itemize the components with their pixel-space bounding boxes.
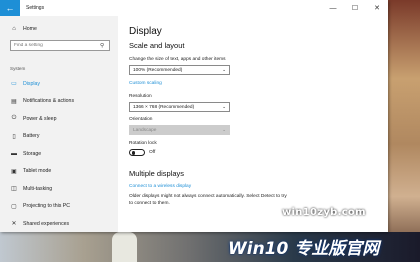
sidebar-item-battery[interactable]: ▯ Battery xyxy=(0,128,118,146)
window-title: Settings xyxy=(26,5,45,11)
storage-icon: ▬ xyxy=(11,150,17,157)
sidebar-item-label: Battery xyxy=(23,133,40,140)
watermark-url: win10zyb.com xyxy=(282,207,366,218)
page-title: Display xyxy=(129,26,162,37)
scale-label: Change the size of text, apps and other … xyxy=(129,57,226,62)
sidebar-item-label: Shared experiences xyxy=(23,220,70,227)
sidebar: ⌂ Home ⚲ System ▭ Display ▤ Notification… xyxy=(0,16,118,232)
custom-scaling-link[interactable]: Custom scaling xyxy=(129,81,384,86)
tablet-icon: ▣ xyxy=(11,168,17,175)
orientation-dropdown: Landscape ⌄ xyxy=(129,125,230,135)
rotation-lock-state: Off xyxy=(149,150,156,155)
sidebar-item-projecting[interactable]: ▢ Projecting to this PC xyxy=(0,198,118,216)
watermark-logo: Win10 专业版官网 xyxy=(228,239,380,259)
settings-window: ← Settings — ☐ ✕ ⌂ Home ⚲ System ▭ Displ… xyxy=(0,0,388,232)
rotation-lock-label: Rotation lock xyxy=(129,141,157,146)
connect-wireless-link[interactable]: Connect to a wireless display xyxy=(129,184,384,189)
resolution-label: Resolution xyxy=(129,94,152,99)
rotation-lock-row: Off xyxy=(129,149,384,156)
notifications-icon: ▤ xyxy=(11,98,17,105)
desktop-background xyxy=(388,0,420,262)
rotation-lock-toggle[interactable] xyxy=(129,149,145,156)
nav-list: ▭ Display ▤ Notifications & actions ⏻ Po… xyxy=(0,75,118,233)
display-icon: ▭ xyxy=(11,81,17,88)
sidebar-item-display[interactable]: ▭ Display xyxy=(0,75,118,93)
shared-icon: ✕ xyxy=(11,221,17,228)
search-box: ⚲ xyxy=(10,40,110,51)
resolution-value: 1366 × 768 (Recommended) xyxy=(133,104,195,110)
search-input[interactable] xyxy=(14,43,100,48)
sidebar-item-label: Display xyxy=(23,80,41,87)
multi-displays-text: Older displays might not always connect … xyxy=(129,194,287,206)
back-button[interactable]: ← xyxy=(0,0,20,16)
sidebar-item-label: Projecting to this PC xyxy=(23,203,70,210)
desktop-figure xyxy=(112,232,137,262)
multiple-displays-heading: Multiple displays xyxy=(129,169,185,178)
multitasking-icon: ◫ xyxy=(11,186,17,193)
projecting-icon: ▢ xyxy=(11,203,17,210)
home-icon: ⌂ xyxy=(12,25,16,32)
close-button[interactable]: ✕ xyxy=(366,0,388,16)
search-icon[interactable]: ⚲ xyxy=(100,43,104,49)
minimize-button[interactable]: — xyxy=(322,0,344,16)
scale-dropdown[interactable]: 100% (Recommended) ⌄ xyxy=(129,65,230,75)
main-content: Display Scale and layout Change the size… xyxy=(129,16,384,207)
sidebar-item-label: Notifications & actions xyxy=(23,98,75,105)
chevron-down-icon: ⌄ xyxy=(222,67,226,72)
sidebar-item-label: Storage xyxy=(23,150,42,157)
sidebar-item-label: Power & sleep xyxy=(23,115,57,122)
battery-icon: ▯ xyxy=(12,133,16,140)
power-icon: ⏻ xyxy=(11,115,17,122)
scale-heading: Scale and layout xyxy=(129,41,185,50)
sidebar-item-power[interactable]: ⏻ Power & sleep xyxy=(0,110,118,128)
orientation-value: Landscape xyxy=(133,127,157,133)
chevron-down-icon: ⌄ xyxy=(222,127,226,132)
sidebar-item-shared-experiences[interactable]: ✕ Shared experiences xyxy=(0,215,118,233)
sidebar-item-label: Home xyxy=(23,25,37,32)
sidebar-item-multitasking[interactable]: ◫ Multi-tasking xyxy=(0,180,118,198)
back-arrow-icon: ← xyxy=(5,3,15,13)
sidebar-item-storage[interactable]: ▬ Storage xyxy=(0,145,118,163)
scale-value: 100% (Recommended) xyxy=(133,67,183,73)
section-label: System xyxy=(10,66,26,71)
resolution-dropdown[interactable]: 1366 × 768 (Recommended) ⌄ xyxy=(129,102,230,112)
sidebar-item-tablet-mode[interactable]: ▣ Tablet mode xyxy=(0,163,118,181)
sidebar-item-label: Tablet mode xyxy=(23,168,52,175)
orientation-label: Orientation xyxy=(129,117,153,122)
sidebar-item-notifications[interactable]: ▤ Notifications & actions xyxy=(0,93,118,111)
chevron-down-icon: ⌄ xyxy=(222,104,226,109)
maximize-button[interactable]: ☐ xyxy=(344,0,366,16)
sidebar-item-home[interactable]: ⌂ Home xyxy=(0,20,118,38)
sidebar-item-label: Multi-tasking xyxy=(23,185,53,192)
window-controls: — ☐ ✕ xyxy=(322,0,388,16)
title-bar: ← Settings — ☐ ✕ xyxy=(0,0,388,16)
